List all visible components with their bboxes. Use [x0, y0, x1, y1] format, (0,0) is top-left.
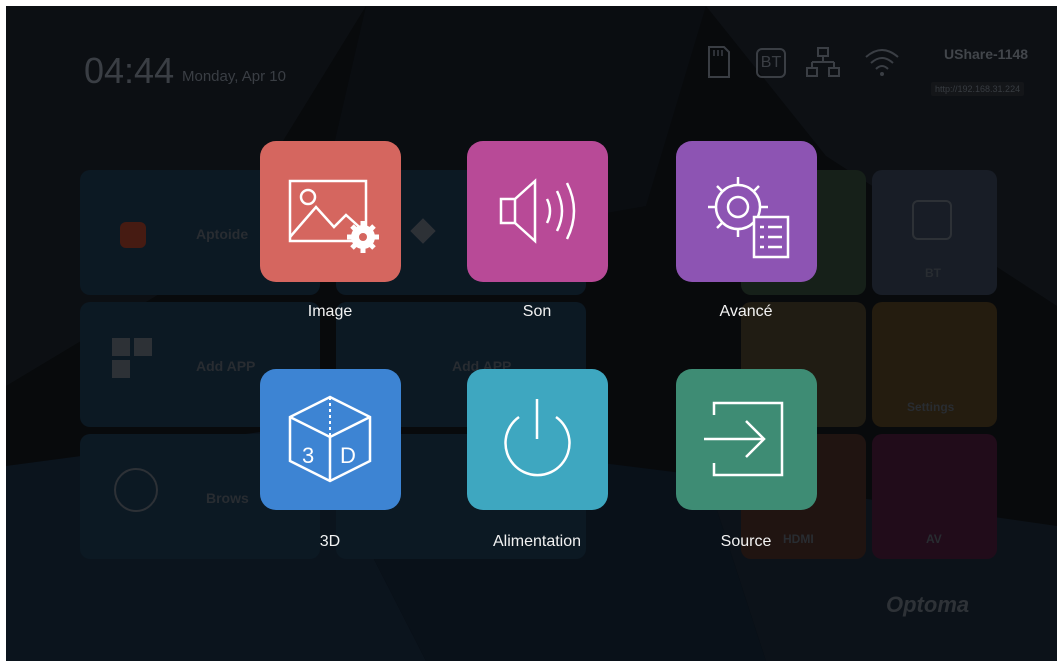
menu-label-source: Source: [720, 533, 772, 550]
projector-home-screen: 04:44 Monday, Apr 10 BT UShare-1148 http…: [6, 6, 1057, 661]
menu-tile-source[interactable]: [676, 369, 817, 510]
svg-text:3: 3: [302, 443, 314, 468]
power-icon: [467, 369, 608, 510]
image-settings-icon: [260, 141, 401, 282]
source-input-icon: [676, 369, 817, 510]
menu-tile-son[interactable]: [467, 141, 608, 282]
gear-list-icon: [676, 141, 817, 282]
menu-label-image: Image: [307, 303, 353, 320]
menu-label-alimentation: Alimentation: [492, 533, 582, 550]
cube-3d-icon: 3 D: [260, 369, 401, 510]
menu-tile-alimentation[interactable]: [467, 369, 608, 510]
menu-label-son: Son: [522, 303, 552, 320]
speaker-icon: [467, 141, 608, 282]
svg-text:D: D: [340, 443, 356, 468]
menu-label-3d: 3D: [319, 533, 341, 550]
menu-tile-avance[interactable]: [676, 141, 817, 282]
menu-label-avance: Avancé: [719, 303, 773, 320]
overlay-dim: [6, 6, 1057, 661]
menu-tile-image[interactable]: [260, 141, 401, 282]
menu-tile-3d[interactable]: 3 D: [260, 369, 401, 510]
